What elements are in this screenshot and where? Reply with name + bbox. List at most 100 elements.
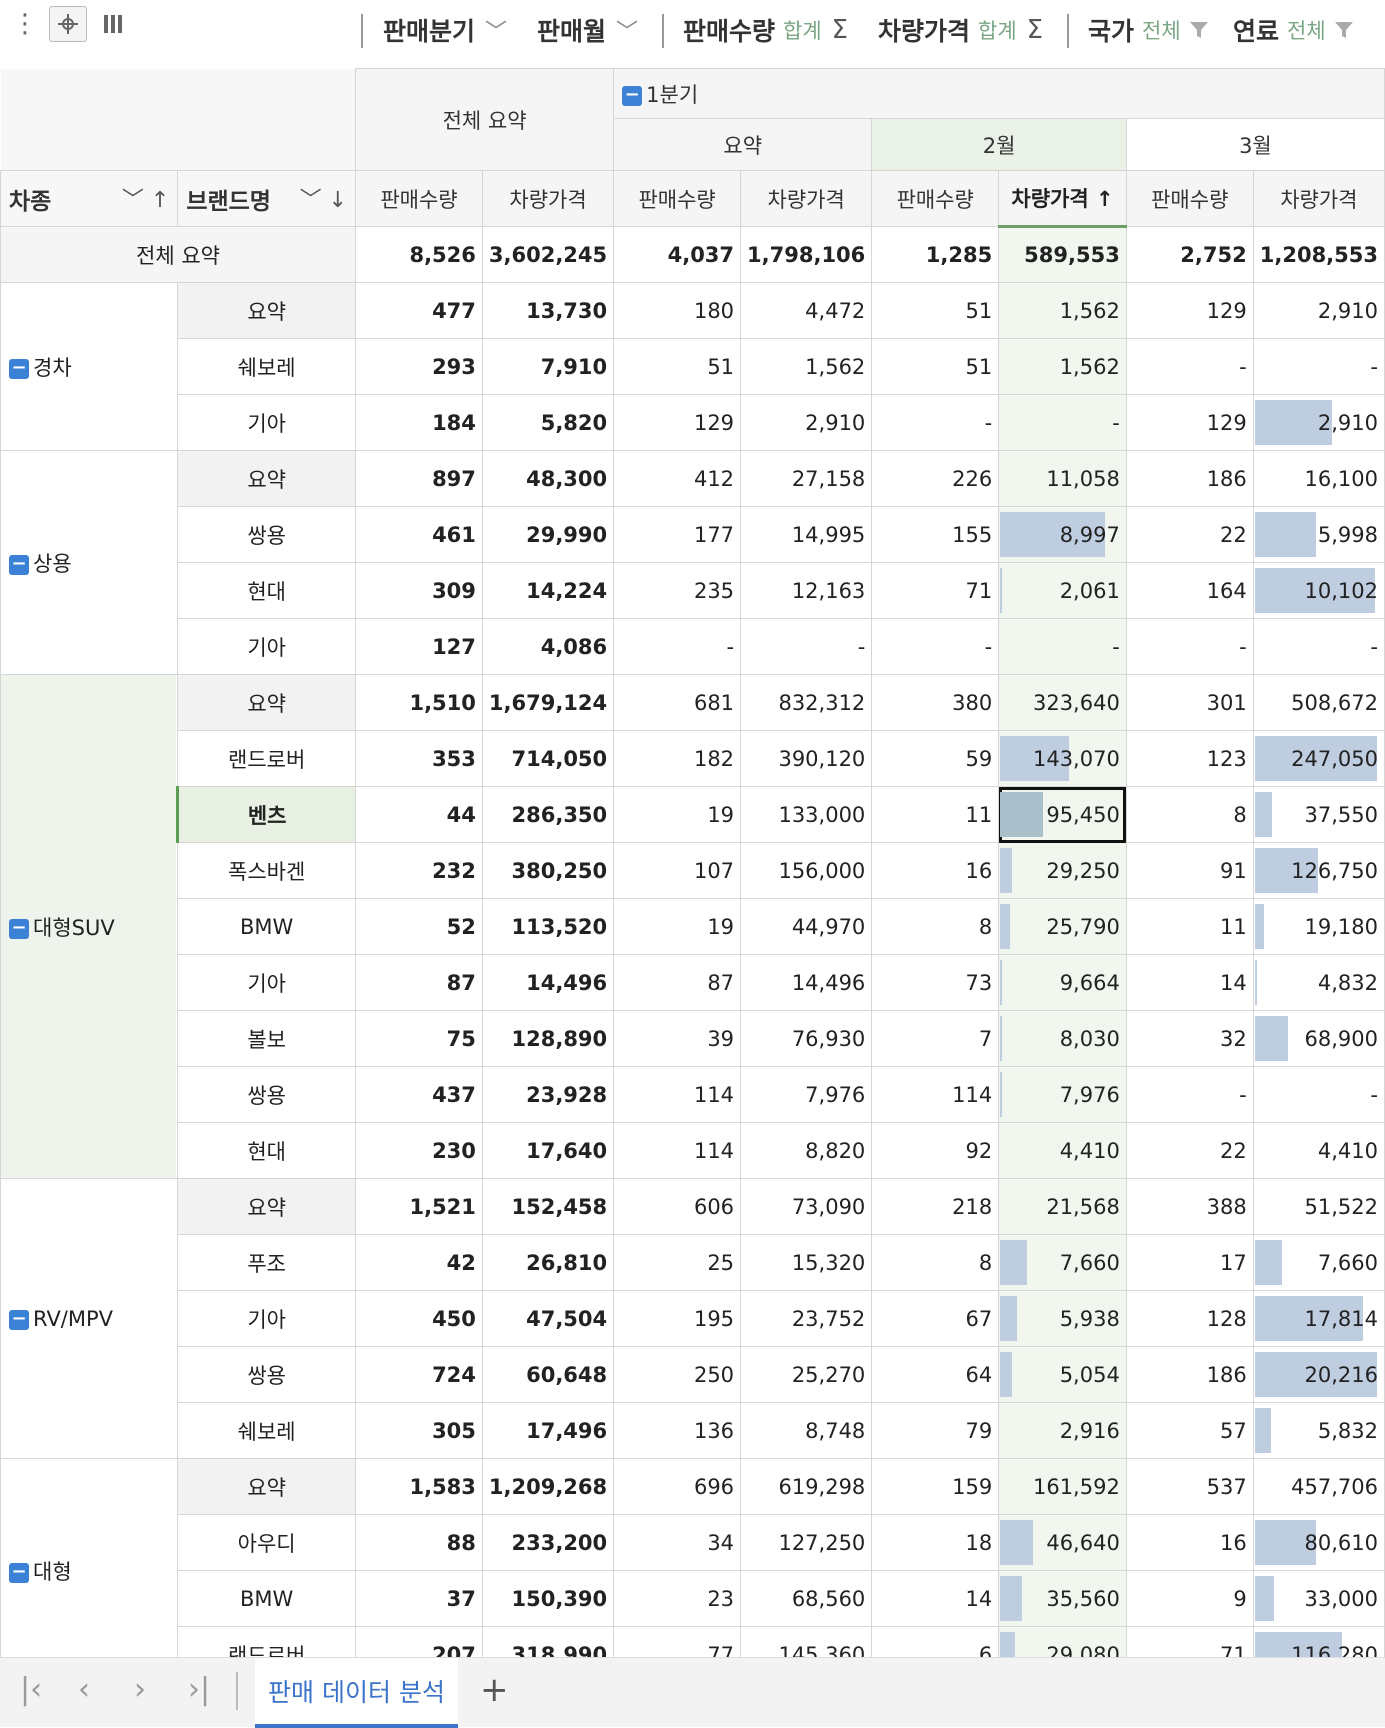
brand-cell[interactable]: 기아 xyxy=(177,954,357,1011)
value-cell[interactable]: 233,200 xyxy=(481,1514,615,1571)
value-cell[interactable]: 12,163 xyxy=(740,562,873,619)
collapse-icon[interactable]: − xyxy=(9,554,29,575)
value-cell[interactable]: 1,208,553 xyxy=(1252,226,1385,283)
value-cell[interactable]: 309 xyxy=(355,562,483,619)
value-cell[interactable]: 114 xyxy=(613,1122,742,1179)
value-cell[interactable]: 155 xyxy=(871,506,1000,563)
value-cell[interactable]: 195 xyxy=(613,1290,742,1347)
value-cell[interactable]: 14,496 xyxy=(481,954,615,1011)
value-cell[interactable]: 9 xyxy=(1125,1570,1254,1627)
collapse-icon[interactable]: − xyxy=(622,85,643,106)
value-cell[interactable]: 32 xyxy=(1125,1010,1254,1067)
value-cell[interactable]: 186 xyxy=(1125,1346,1254,1403)
value-cell[interactable]: 25 xyxy=(613,1234,742,1291)
col-price-feb[interactable]: 차량가격 ↑ xyxy=(998,170,1127,228)
value-cell[interactable]: 29,080 xyxy=(998,1626,1127,1657)
value-cell[interactable]: - xyxy=(1125,338,1254,395)
value-cell[interactable]: 8,748 xyxy=(740,1402,873,1459)
value-cell[interactable]: 14,224 xyxy=(481,562,615,619)
value-cell[interactable]: 133,000 xyxy=(740,786,873,843)
value-cell[interactable]: 1,510 xyxy=(355,674,483,731)
value-cell[interactable]: 129 xyxy=(1125,394,1254,451)
value-cell[interactable]: 5,820 xyxy=(481,394,615,451)
row-field-brand[interactable]: 브랜드명 ﹀ ↓ xyxy=(177,170,357,227)
value-cell[interactable]: 79 xyxy=(871,1402,1000,1459)
value-cell[interactable]: 92 xyxy=(871,1122,1000,1179)
value-cell[interactable]: 73 xyxy=(871,954,1000,1011)
value-cell[interactable]: 107 xyxy=(613,842,742,899)
value-cell[interactable]: 286,350 xyxy=(481,786,615,843)
value-cell[interactable]: 4,037 xyxy=(613,226,742,283)
value-cell[interactable]: 301 xyxy=(1125,674,1254,731)
value-cell[interactable]: 47,504 xyxy=(481,1290,615,1347)
value-cell[interactable]: 22 xyxy=(1125,506,1254,563)
brand-cell[interactable]: 폭스바겐 xyxy=(177,842,357,899)
value-cell[interactable]: 353 xyxy=(355,730,483,787)
value-cell[interactable]: 87 xyxy=(613,954,742,1011)
value-cell[interactable]: - xyxy=(871,618,1000,675)
value-cell[interactable]: 5,938 xyxy=(998,1290,1127,1347)
col-qty-q1[interactable]: 판매수량 xyxy=(613,170,742,227)
brand-cell[interactable]: 볼보 xyxy=(177,1010,357,1067)
value-cell[interactable]: 27,158 xyxy=(740,450,873,507)
value-cell[interactable]: 7 xyxy=(871,1010,1000,1067)
value-cell[interactable]: 184 xyxy=(355,394,483,451)
value-cell[interactable]: 8,030 xyxy=(998,1010,1127,1067)
month-mar-header[interactable]: 3월 xyxy=(1125,118,1385,171)
last-sheet-icon[interactable]: ›| xyxy=(188,1672,210,1707)
value-cell[interactable]: 235 xyxy=(613,562,742,619)
brand-cell[interactable]: 벤츠 xyxy=(176,786,357,843)
value-cell[interactable]: 80,610 xyxy=(1252,1514,1385,1571)
value-cell[interactable]: - xyxy=(613,618,742,675)
value-cell[interactable]: 52 xyxy=(355,898,483,955)
value-cell[interactable]: 91 xyxy=(1125,842,1254,899)
brand-cell[interactable]: 현대 xyxy=(177,1122,357,1179)
value-cell[interactable]: 77 xyxy=(613,1626,742,1657)
value-cell[interactable]: 390,120 xyxy=(740,730,873,787)
value-cell[interactable]: 4,472 xyxy=(740,282,873,339)
value-cell[interactable]: 437 xyxy=(355,1066,483,1123)
value-cell[interactable]: 150,390 xyxy=(481,1570,615,1627)
value-cell[interactable]: 2,910 xyxy=(1252,282,1385,339)
value-cell[interactable]: - xyxy=(740,618,873,675)
value-cell[interactable]: 186 xyxy=(1125,450,1254,507)
col-qty-mar[interactable]: 판매수량 xyxy=(1125,170,1254,227)
value-cell[interactable]: 5,054 xyxy=(998,1346,1127,1403)
chevron-down-icon[interactable]: ﹀ xyxy=(485,14,507,46)
next-sheet-icon[interactable]: › xyxy=(134,1672,146,1707)
value-cell[interactable]: 724 xyxy=(355,1346,483,1403)
value-cell[interactable]: 64 xyxy=(871,1346,1000,1403)
value-cell[interactable]: 15,320 xyxy=(740,1234,873,1291)
value-cell[interactable]: 17 xyxy=(1125,1234,1254,1291)
value-cell[interactable]: 13,730 xyxy=(481,282,615,339)
value-cell[interactable]: 1,562 xyxy=(998,338,1127,395)
value-cell[interactable]: 17,640 xyxy=(481,1122,615,1179)
brand-cell[interactable]: BMW xyxy=(177,1570,357,1627)
value-cell[interactable]: 19 xyxy=(613,898,742,955)
value-cell[interactable]: 126,750 xyxy=(1252,842,1385,899)
value-cell[interactable]: 4,410 xyxy=(998,1122,1127,1179)
value-cell[interactable]: 7,976 xyxy=(740,1066,873,1123)
value-cell[interactable]: 26,810 xyxy=(481,1234,615,1291)
category-cell[interactable]: − RV/MPV xyxy=(0,1178,179,1459)
value-cell[interactable]: 59 xyxy=(871,730,1000,787)
value-cell[interactable]: 161,592 xyxy=(998,1458,1127,1515)
value-cell[interactable]: 68,900 xyxy=(1252,1010,1385,1067)
value-cell[interactable]: 114 xyxy=(871,1066,1000,1123)
value-cell[interactable]: 23 xyxy=(613,1570,742,1627)
value-cell[interactable]: 156,000 xyxy=(740,842,873,899)
field-qty-sum[interactable]: 판매수량 합계 Σ xyxy=(683,8,848,52)
value-cell[interactable]: 116,280 xyxy=(1252,1626,1385,1657)
value-cell[interactable]: 20,216 xyxy=(1252,1346,1385,1403)
value-cell[interactable]: 16,100 xyxy=(1252,450,1385,507)
value-cell[interactable]: 51,522 xyxy=(1252,1178,1385,1235)
value-cell[interactable]: 477 xyxy=(355,282,483,339)
brand-cell[interactable]: 기아 xyxy=(177,618,357,675)
value-cell[interactable]: 76,930 xyxy=(740,1010,873,1067)
sort-asc-icon[interactable]: ﹀ ↑ xyxy=(122,182,169,214)
col-qty-feb[interactable]: 판매수량 xyxy=(871,170,1000,227)
value-cell[interactable]: 23,928 xyxy=(481,1066,615,1123)
prev-sheet-icon[interactable]: ‹ xyxy=(78,1672,90,1707)
value-cell[interactable]: 48,300 xyxy=(481,450,615,507)
value-cell[interactable]: 114 xyxy=(613,1066,742,1123)
